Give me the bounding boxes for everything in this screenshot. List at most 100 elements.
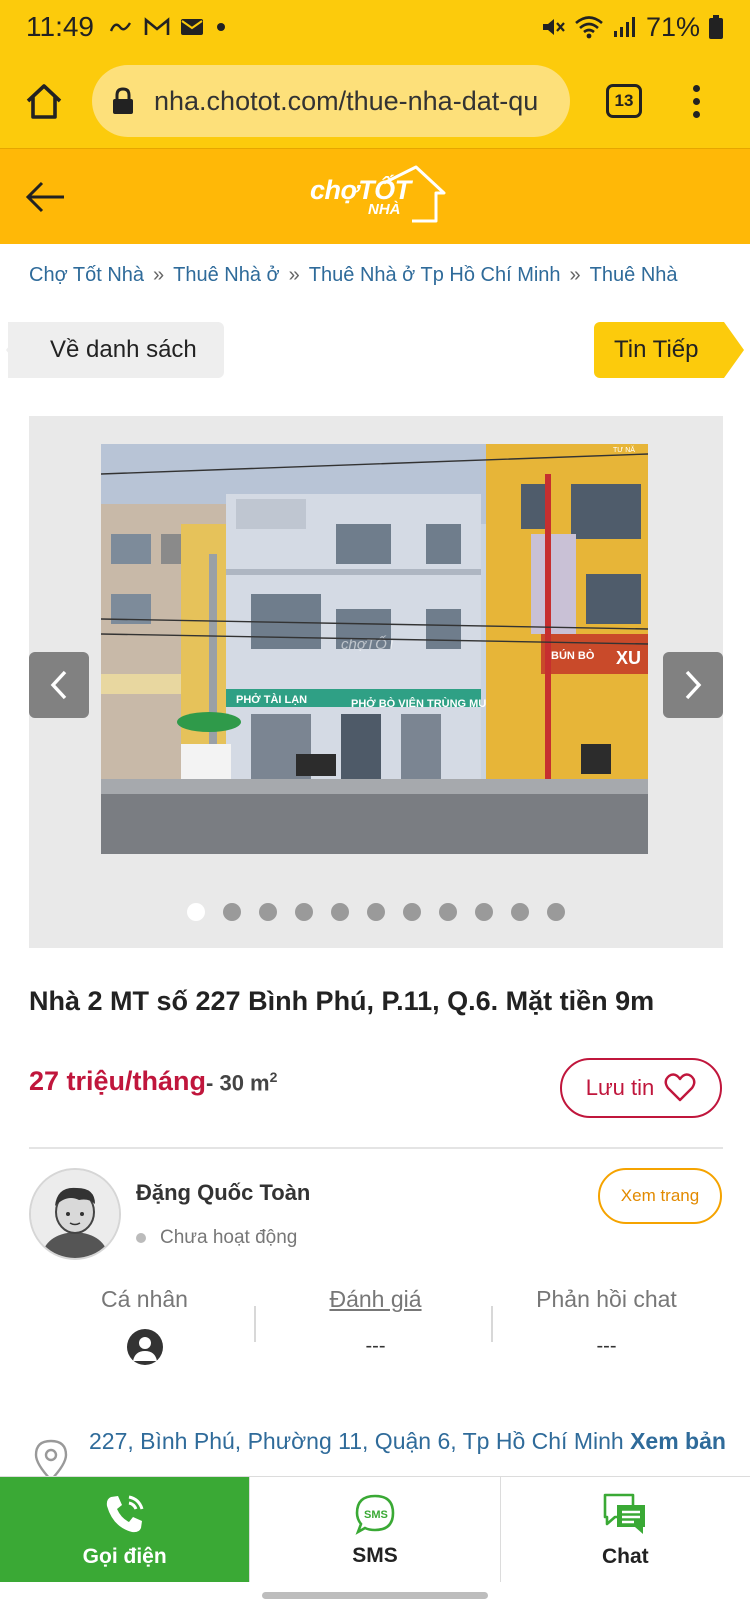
clock: 11:49 xyxy=(26,11,94,42)
status-bar: 11:49 71% xyxy=(0,0,750,54)
call-label: Gọi điện xyxy=(82,1544,167,1568)
next-listing-button[interactable]: Tin Tiếp xyxy=(594,322,744,378)
shop-sign-text: PHỞ TÀI LẠN xyxy=(236,693,307,706)
url-bar[interactable]: nha.chotot.com/thue-nha-dat-qu xyxy=(92,65,570,137)
shop-sign-text: PHỞ BÒ VIÊN TRÙNG MUỘI xyxy=(351,697,498,710)
sms-icon: SMS xyxy=(355,1494,395,1535)
address-text: 227, Bình Phú, Phường 11, Quận 6, Tp Hồ … xyxy=(89,1428,624,1454)
shop-sign-text: TƯ NĂ xyxy=(613,445,635,454)
seller-name[interactable]: Đặng Quốc Toàn xyxy=(136,1180,310,1206)
mail-icon xyxy=(181,19,203,35)
battery-icon xyxy=(709,15,723,39)
view-seller-page-label: Xem trang xyxy=(620,1186,700,1205)
view-seller-page-button[interactable]: Xem trang xyxy=(598,1168,722,1224)
logo-subtext: NHÀ xyxy=(368,201,401,218)
gallery-prev-button[interactable] xyxy=(29,652,89,718)
back-arrow-icon[interactable] xyxy=(24,175,68,219)
gallery-dot[interactable] xyxy=(187,903,205,921)
chotot-nha-logo[interactable]: chợTỐT NHÀ xyxy=(310,163,446,227)
section-divider xyxy=(29,1147,723,1149)
shop-sign-text: XU xyxy=(616,648,641,668)
stat-value: --- xyxy=(365,1335,386,1357)
gallery-dot[interactable] xyxy=(439,903,457,921)
chat-label: Chat xyxy=(601,1544,649,1568)
stat-label: Phản hồi chat xyxy=(536,1286,677,1312)
gmail-icon xyxy=(144,17,170,35)
stat-rating[interactable]: Đánh giá --- xyxy=(260,1286,491,1358)
contact-action-bar: Gọi điện SMS SMS Chat xyxy=(0,1476,750,1582)
photo-watermark: chợTỐT xyxy=(341,635,398,653)
sms-label: SMS xyxy=(352,1543,398,1567)
view-map-link[interactable]: Xem bản đồ » xyxy=(630,1428,729,1454)
gallery-dot[interactable] xyxy=(547,903,565,921)
area-value: - 30 m xyxy=(206,1070,270,1095)
seller-stats: Cá nhân Đánh giá --- Phản hồi chat --- xyxy=(29,1286,723,1386)
chat-button[interactable]: Chat xyxy=(499,1477,750,1582)
default-avatar-icon xyxy=(31,1170,119,1258)
notification-icons xyxy=(108,17,228,37)
browser-menu-button[interactable] xyxy=(686,84,706,118)
link-icon xyxy=(109,22,132,32)
gallery-dot[interactable] xyxy=(367,903,385,921)
offline-dot-icon xyxy=(136,1233,146,1243)
seller-status-text: Chưa hoạt động xyxy=(160,1227,298,1248)
browser-toolbar: nha.chotot.com/thue-nha-dat-qu 13 xyxy=(0,54,750,148)
image-gallery: PHỞ TÀI LẠN PHỞ BÒ VIÊN TRÙNG MUỘI chợTỐ… xyxy=(29,416,723,948)
signal-icon xyxy=(613,17,635,37)
save-listing-button[interactable]: Lưu tin xyxy=(560,1058,722,1118)
listing-address: 227, Bình Phú, Phường 11, Quận 6, Tp Hồ … xyxy=(89,1426,729,1456)
lock-icon xyxy=(113,87,133,114)
stat-value: --- xyxy=(596,1335,617,1357)
listing-photo[interactable]: PHỞ TÀI LẠN PHỞ BÒ VIÊN TRÙNG MUỘI chợTỐ… xyxy=(101,444,648,854)
gallery-dot[interactable] xyxy=(331,903,349,921)
chevron-right-icon xyxy=(685,670,702,700)
gallery-next-button[interactable] xyxy=(663,652,723,718)
gallery-dot[interactable] xyxy=(223,903,241,921)
gallery-dot[interactable] xyxy=(511,903,529,921)
menu-dot xyxy=(692,110,700,118)
person-icon xyxy=(126,1329,163,1365)
back-to-list-label: Về danh sách xyxy=(50,336,197,363)
listing-area: - 30 m2 xyxy=(206,1069,277,1096)
stat-divider xyxy=(254,1306,256,1342)
heart-icon xyxy=(664,1073,696,1102)
tab-switcher-button[interactable]: 13 xyxy=(606,84,642,118)
seller-status: Chưa hoạt động xyxy=(136,1227,297,1249)
breadcrumb-separator: » xyxy=(153,264,165,286)
breadcrumb-item[interactable]: Thuê Nhà ở xyxy=(173,264,280,286)
gallery-dot[interactable] xyxy=(475,903,493,921)
gesture-navigation-handle[interactable] xyxy=(262,1592,488,1599)
home-button[interactable] xyxy=(20,77,68,125)
dot-icon xyxy=(217,23,225,31)
shop-sign-text: BÚN BÒ xyxy=(551,649,595,662)
call-button[interactable]: Gọi điện xyxy=(0,1477,250,1582)
phone-icon xyxy=(106,1495,144,1532)
stat-label[interactable]: Đánh giá xyxy=(260,1286,491,1313)
home-icon xyxy=(26,84,62,119)
next-listing-label: Tin Tiếp xyxy=(614,336,699,363)
area-unit-exponent: 2 xyxy=(269,1068,278,1085)
avatar[interactable] xyxy=(29,1168,121,1260)
mute-icon xyxy=(542,19,565,35)
breadcrumb-separator: » xyxy=(288,264,300,286)
listing-price: 27 triệu/tháng xyxy=(29,1066,207,1096)
menu-dot xyxy=(692,97,700,105)
gallery-dot[interactable] xyxy=(403,903,421,921)
listing-title: Nhà 2 MT số 227 Bình Phú, P.11, Q.6. Mặt… xyxy=(29,986,655,1016)
chat-icon xyxy=(604,1493,646,1534)
gallery-dot[interactable] xyxy=(259,903,277,921)
sms-button[interactable]: SMS SMS xyxy=(249,1477,499,1582)
stat-account-type: Cá nhân xyxy=(29,1286,260,1365)
street-photo-illustration: PHỞ TÀI LẠN PHỞ BÒ VIÊN TRÙNG MUỘI chợTỐ… xyxy=(101,444,648,854)
tab-count: 13 xyxy=(614,91,634,110)
app-header: chợTỐT NHÀ xyxy=(0,148,750,244)
chevron-left-icon xyxy=(50,670,67,700)
breadcrumb-item[interactable]: Thuê Nhà xyxy=(590,264,678,286)
stat-label: Cá nhân xyxy=(101,1286,188,1312)
breadcrumb-item[interactable]: Chợ Tốt Nhà xyxy=(29,264,144,286)
breadcrumb-item[interactable]: Thuê Nhà ở Tp Hồ Chí Minh xyxy=(309,264,561,286)
sms-icon-text: SMS xyxy=(364,1509,388,1521)
gallery-dot[interactable] xyxy=(295,903,313,921)
system-status: 71% xyxy=(540,12,724,43)
back-to-list-button[interactable]: Về danh sách xyxy=(6,322,224,378)
